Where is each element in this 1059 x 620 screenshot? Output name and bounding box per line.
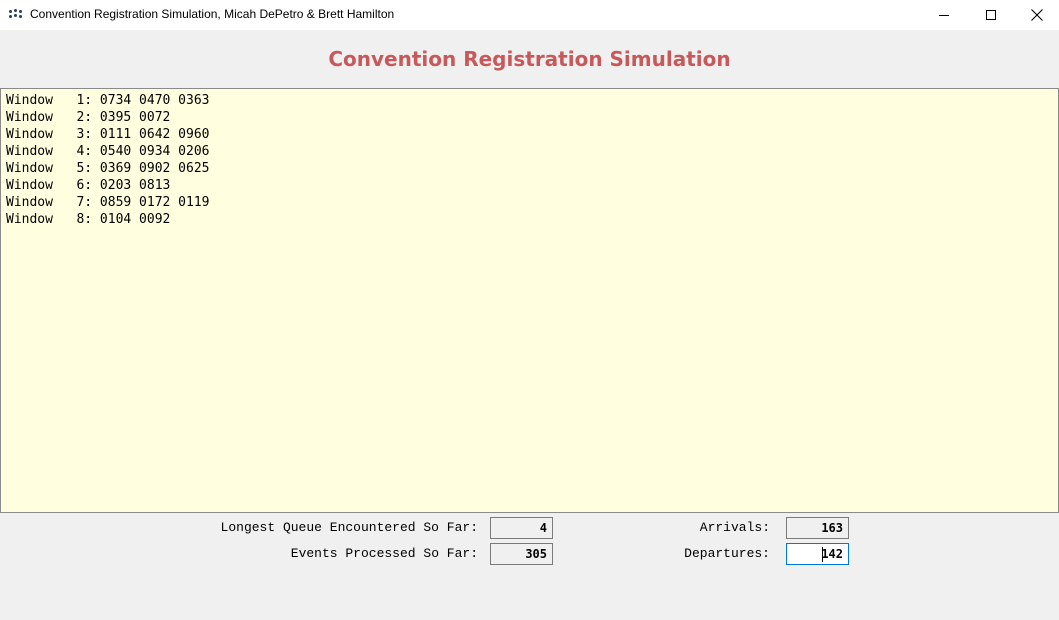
arrivals-label: Arrivals: <box>699 520 770 535</box>
minimize-button[interactable] <box>921 0 967 30</box>
output-line-window-8: Window 8: 0104 0092 <box>6 212 171 227</box>
app-dots-icon[interactable] <box>9 9 23 21</box>
text-caret <box>822 547 823 562</box>
departures-value: 142 <box>821 547 843 561</box>
title-bar[interactable]: Convention Registration Simulation, Mica… <box>0 0 1059 30</box>
longest-queue-field[interactable]: 4 <box>490 517 553 539</box>
window-title: Convention Registration Simulation, Mica… <box>30 7 395 21</box>
events-processed-label: Events Processed So Far: <box>290 546 478 561</box>
output-line-window-7: Window 7: 0859 0172 0119 <box>6 195 210 210</box>
longest-queue-label: Longest Queue Encountered So Far: <box>220 520 478 535</box>
close-icon <box>1031 9 1043 21</box>
output-line-window-6: Window 6: 0203 0813 <box>6 178 171 193</box>
departures-label: Departures: <box>684 546 770 561</box>
minimize-icon <box>939 14 949 16</box>
departures-field[interactable]: 142 <box>786 543 849 565</box>
page-heading: Convention Registration Simulation <box>328 47 731 71</box>
output-line-window-4: Window 4: 0540 0934 0206 <box>6 144 210 159</box>
close-button[interactable] <box>1014 0 1059 30</box>
maximize-icon <box>986 10 996 20</box>
arrivals-field[interactable]: 163 <box>786 517 849 539</box>
simulation-output-area[interactable]: Window 1: 0734 0470 0363 Window 2: 0395 … <box>0 88 1059 513</box>
output-line-window-2: Window 2: 0395 0072 <box>6 110 171 125</box>
output-line-window-1: Window 1: 0734 0470 0363 <box>6 93 210 108</box>
maximize-button[interactable] <box>968 0 1014 30</box>
output-line-window-3: Window 3: 0111 0642 0960 <box>6 127 210 142</box>
output-line-window-5: Window 5: 0369 0902 0625 <box>6 161 210 176</box>
events-processed-field[interactable]: 305 <box>490 543 553 565</box>
